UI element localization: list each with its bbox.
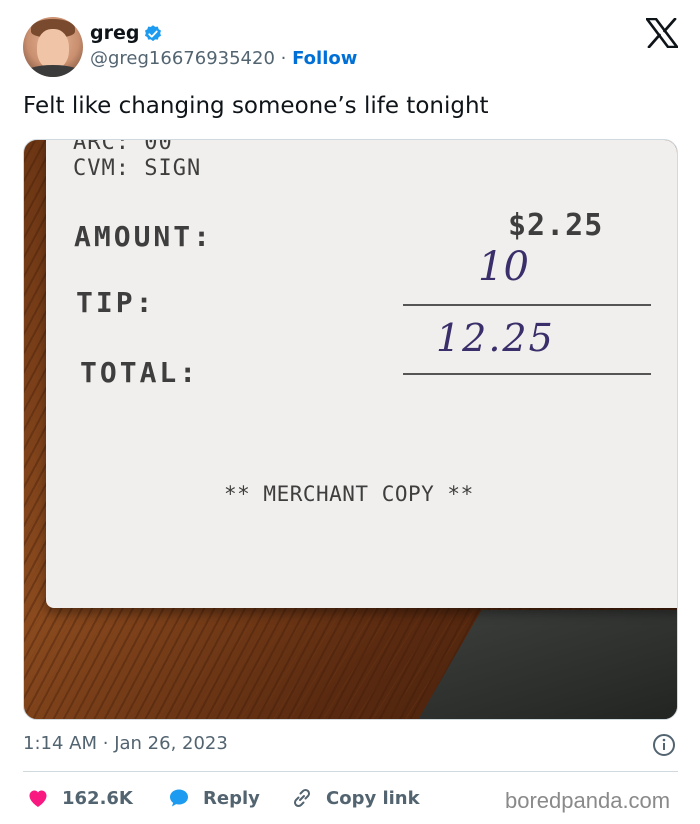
receipt-tip-label: TIP: [76, 286, 156, 319]
author-handle-row: @greg16676935420 · Follow [90, 48, 357, 69]
x-logo-icon[interactable] [646, 18, 678, 48]
receipt-total-line [403, 373, 651, 375]
link-icon [293, 788, 311, 808]
receipt: ARC: 00 CVM: SIGN AMOUNT: $2.25 TIP: 10 … [46, 139, 677, 608]
tweet-time: 1:14 AM [23, 733, 97, 754]
tweet-timestamp[interactable]: 1:14 AM · Jan 26, 2023 [23, 733, 228, 754]
timestamp-separator: · [102, 733, 109, 754]
avatar[interactable] [23, 17, 83, 77]
avatar-face [37, 29, 69, 69]
watermark: boredpanda.com [505, 788, 671, 813]
verified-badge-icon [145, 25, 161, 42]
receipt-cvm-line: CVM: SIGN [73, 156, 202, 181]
tweet-date: Jan 26, 2023 [114, 733, 228, 754]
receipt-tip-line [403, 304, 651, 306]
dark-surface [406, 610, 677, 719]
receipt-amount-label: AMOUNT: [74, 220, 214, 253]
divider [23, 771, 678, 772]
receipt-total-handwritten: 12.25 [436, 316, 555, 360]
receipt-total-label: TOTAL: [80, 356, 200, 389]
tweet-photo[interactable]: ARC: 00 CVM: SIGN AMOUNT: $2.25 TIP: 10 … [23, 139, 678, 720]
reply-label: Reply [203, 787, 260, 809]
copy-link-label: Copy link [326, 787, 420, 809]
reply-button[interactable]: Reply [167, 786, 260, 810]
tweet-text: Felt like changing someone’s life tonigh… [23, 93, 489, 119]
author-handle[interactable]: @greg16676935420 [90, 48, 275, 69]
receipt-tip-handwritten: 10 [478, 244, 529, 290]
receipt-amount-value: $2.25 [508, 208, 604, 243]
receipt-footer: ** MERCHANT COPY ** [224, 482, 474, 506]
heart-icon [29, 790, 47, 807]
like-button[interactable]: 162.6K [26, 786, 133, 810]
author-name[interactable]: greg [90, 22, 139, 44]
like-count: 162.6K [62, 787, 133, 809]
info-icon[interactable] [652, 733, 676, 757]
speech-bubble-icon [170, 789, 188, 807]
avatar-shirt [23, 65, 83, 77]
copy-link-button[interactable]: Copy link [290, 786, 420, 810]
follow-button[interactable]: Follow [292, 48, 357, 69]
handle-separator: · [280, 48, 287, 69]
receipt-arc-line: ARC: 00 [73, 139, 173, 155]
